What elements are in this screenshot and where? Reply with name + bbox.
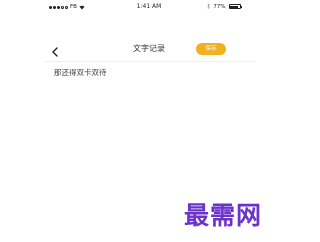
- page-title: 文字记录: [133, 44, 165, 53]
- note-text-field[interactable]: 那还得双卡双待: [54, 67, 107, 78]
- battery-icon: [228, 4, 242, 9]
- bluetooth-icon: ᛒ: [207, 3, 211, 10]
- divider: [44, 61, 254, 62]
- save-button[interactable]: 保存: [196, 43, 226, 55]
- status-time: 1:41 AM: [136, 3, 162, 10]
- status-bar: FB 1:41 AM ᛒ 77%: [0, 0, 298, 14]
- status-right: ᛒ 77%: [207, 3, 242, 10]
- navigation-bar: 文字记录 保存: [0, 40, 298, 58]
- watermark-text: 最需网: [184, 201, 263, 230]
- battery-percent: 77%: [213, 3, 226, 10]
